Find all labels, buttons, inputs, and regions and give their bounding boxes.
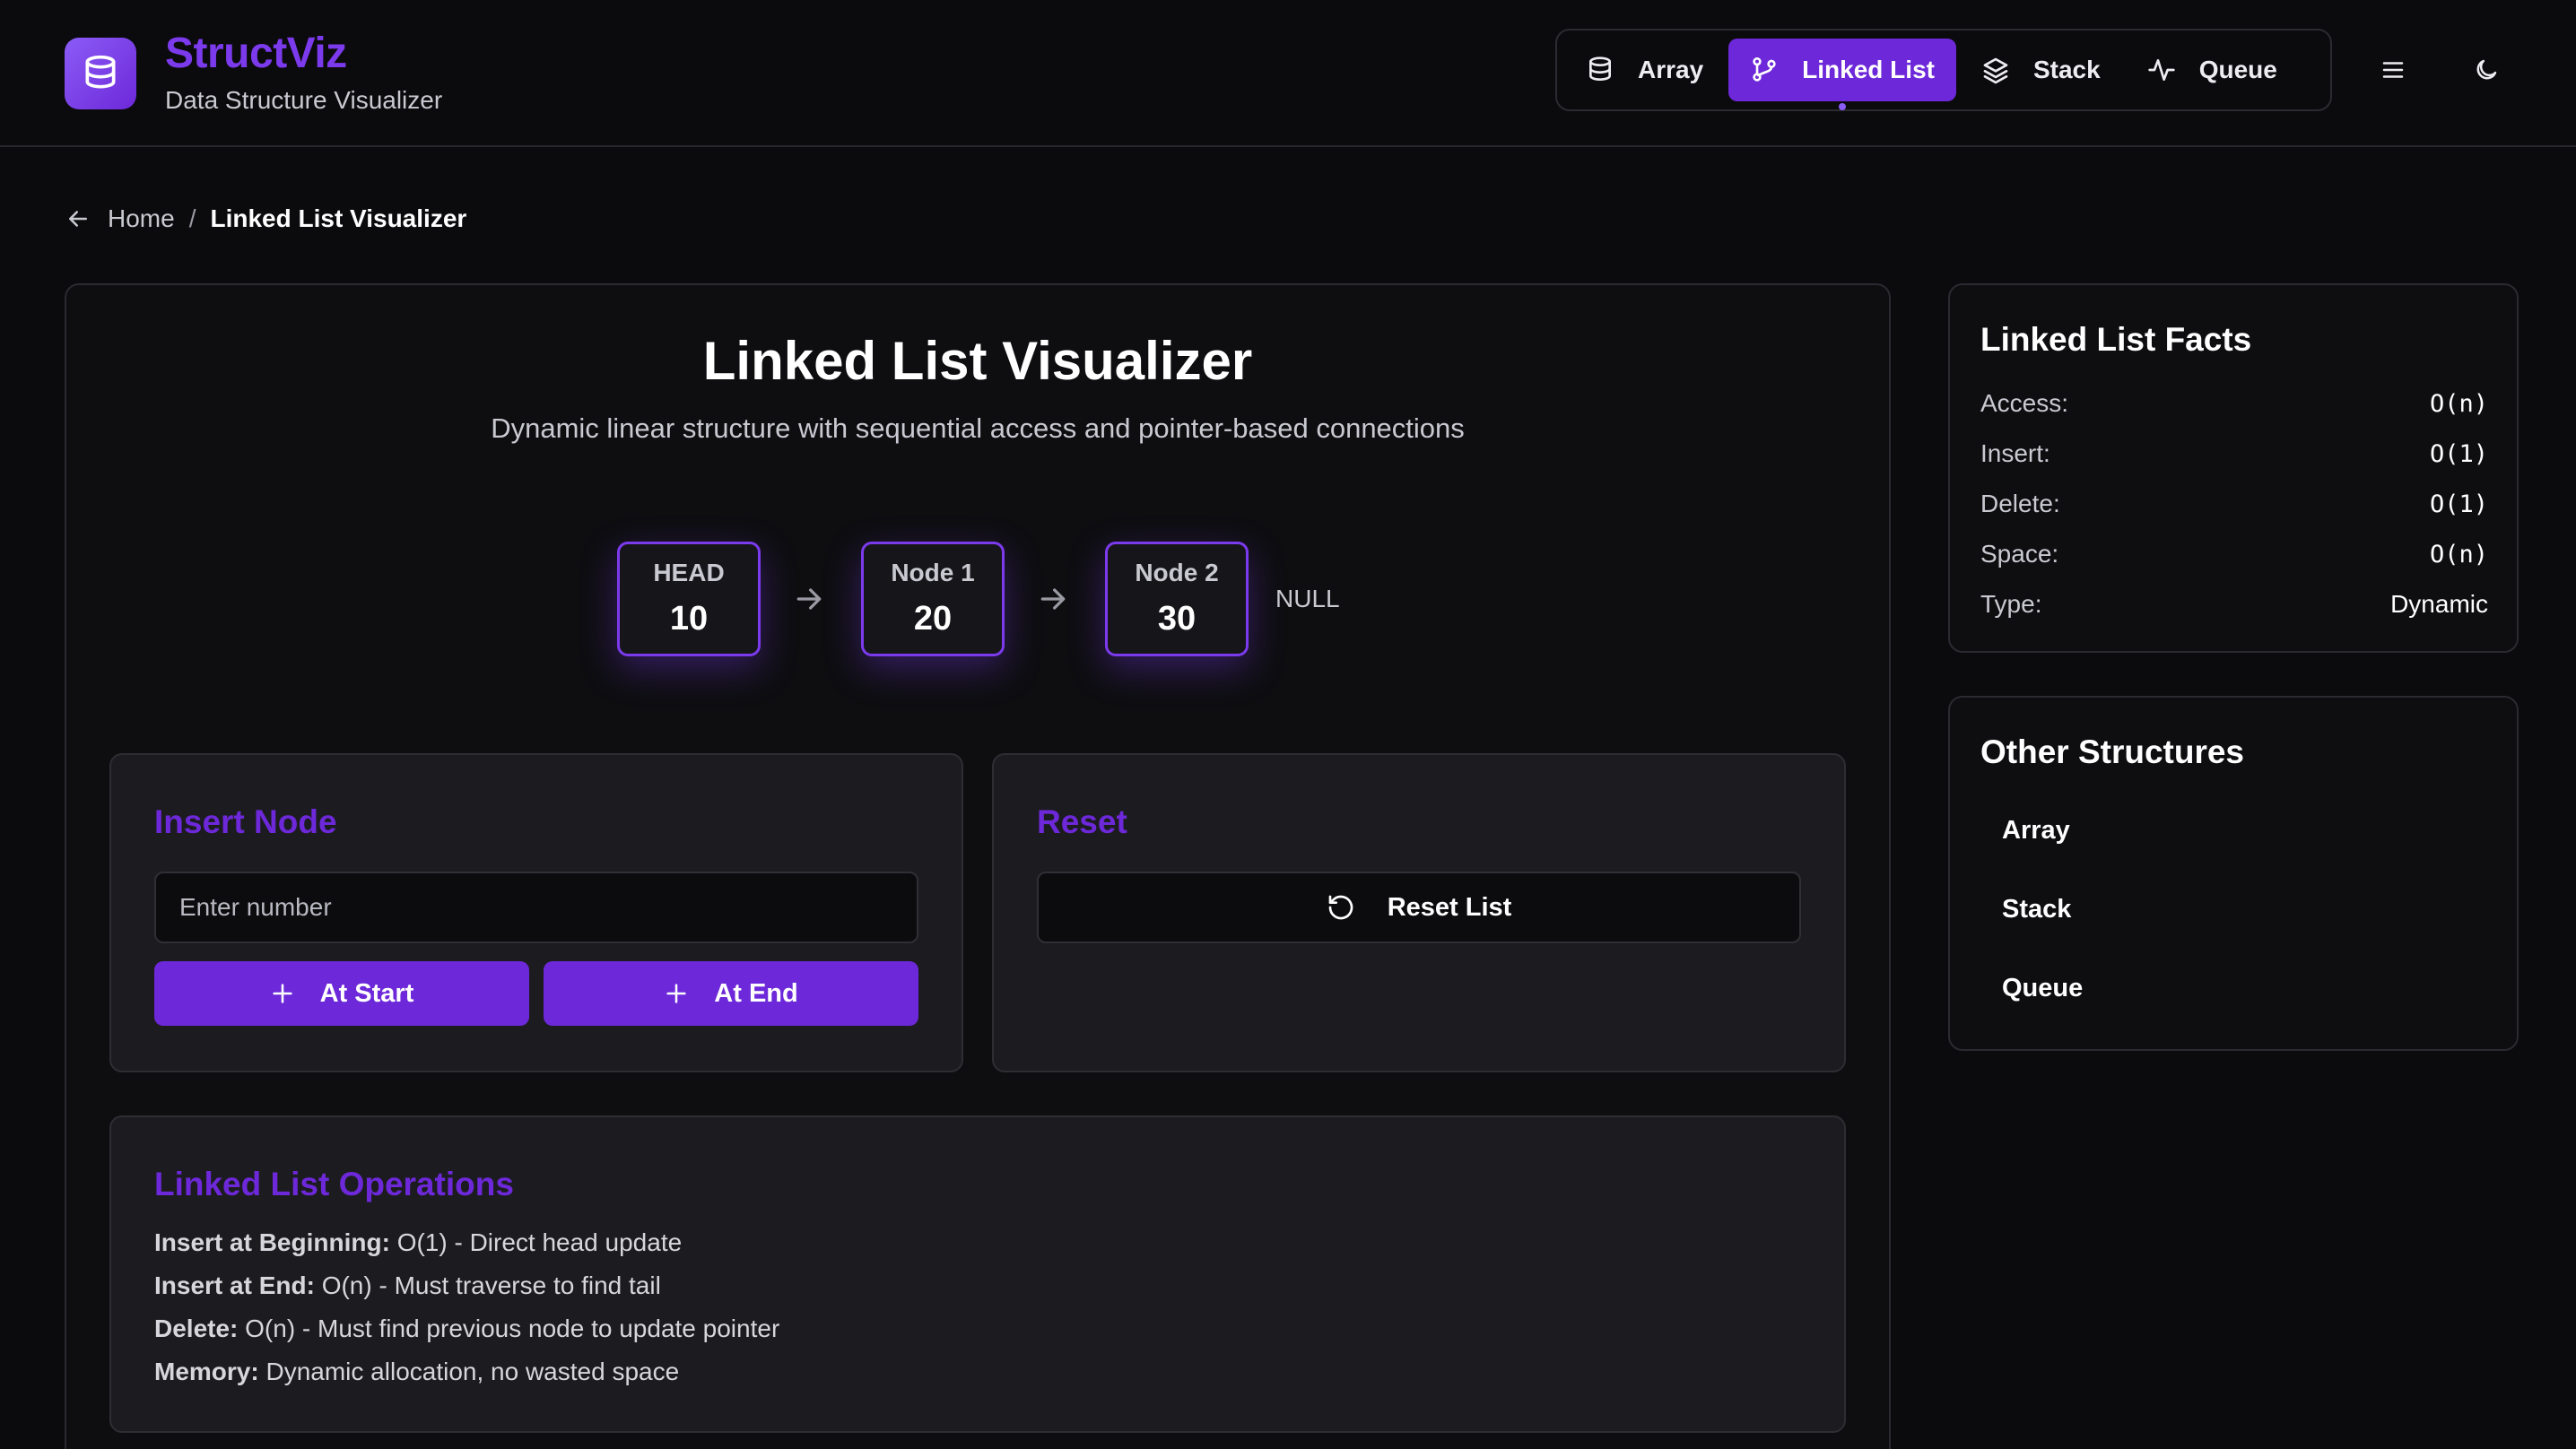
list-item: Insert at End: O(n) - Must traverse to f… [154, 1264, 779, 1307]
breadcrumb-current: Linked List Visualizer [210, 204, 467, 232]
panel-title: Linked List Operations [154, 1166, 514, 1202]
menu-button[interactable] [2368, 45, 2418, 95]
page-title: Linked List Visualizer [702, 331, 1253, 391]
operations-list: Insert at Beginning: O(1) - Direct head … [154, 1221, 779, 1393]
plus-icon [666, 984, 686, 1003]
plus-icon [273, 984, 292, 1003]
arrow-right-icon [1040, 588, 1066, 610]
node-value: 20 [913, 600, 953, 638]
moon-icon [2476, 59, 2497, 80]
layers-icon [1983, 57, 2008, 84]
reset-list-button[interactable]: Reset List [1037, 872, 1801, 943]
breadcrumb-separator: / [188, 204, 196, 232]
activity-icon [2148, 59, 2175, 81]
insert-node-panel: Insert Node At Start At End [109, 753, 963, 1072]
operation-term: Insert at Beginning: [154, 1228, 390, 1256]
reset-panel: Reset Reset List [992, 753, 1846, 1072]
button-label: Reset List [1387, 892, 1512, 922]
fact-value: O(1) [2429, 439, 2488, 468]
app-subtitle: Data Structure Visualizer [165, 86, 443, 114]
fact-value: O(n) [2429, 389, 2488, 418]
git-branch-icon [1753, 57, 1776, 82]
fact-row: Type: Dynamic [1980, 586, 2488, 622]
card-title: Linked List Facts [1980, 321, 2252, 358]
fact-row: Space: O(n) [1980, 536, 2488, 572]
list-item: Insert at Beginning: O(1) - Direct head … [154, 1221, 779, 1264]
list-node-2[interactable]: Node 2 30 [1105, 542, 1249, 656]
fact-row: Insert: O(1) [1980, 436, 2488, 472]
visualizer-card: Linked List Visualizer Dynamic linear st… [65, 283, 1891, 1449]
fact-key: Delete: [1980, 490, 2060, 517]
node-label: Node 1 [891, 559, 975, 586]
fact-value: Dynamic [2390, 590, 2488, 618]
button-label: At Start [319, 978, 414, 1008]
nav-item-label: Queue [2198, 56, 2277, 83]
linked-list-diagram: HEAD 10 Node 1 20 Node 2 30 NULL [66, 542, 1889, 658]
fact-key: Access: [1980, 389, 2069, 417]
operation-term: Insert at End: [154, 1271, 315, 1299]
menu-icon [2382, 62, 2404, 78]
list-item: Memory: Dynamic allocation, no wasted sp… [154, 1350, 779, 1393]
node-label: HEAD [653, 559, 725, 586]
structure-link-array[interactable]: Array [1980, 798, 2488, 863]
fact-key: Type: [1980, 590, 2042, 618]
fact-row: Delete: O(1) [1980, 486, 2488, 522]
node-value: 30 [1157, 600, 1197, 638]
operation-term: Delete: [154, 1315, 239, 1342]
nav-item-queue[interactable]: Queue [2126, 39, 2299, 101]
brand[interactable]: StructViz Data Structure Visualizer [65, 32, 442, 115]
fact-value: O(1) [2429, 490, 2488, 518]
database-icon [1589, 56, 1611, 81]
rotate-ccw-icon [1328, 895, 1353, 920]
fact-key: Insert: [1980, 439, 2050, 467]
operations-panel: Linked List Operations Insert at Beginni… [109, 1115, 1846, 1433]
top-header: StructViz Data Structure Visualizer Arra… [0, 0, 2576, 147]
list-node-head[interactable]: HEAD 10 [617, 542, 761, 656]
operation-desc: Dynamic allocation, no wasted space [265, 1358, 680, 1385]
panel-title: Insert Node [154, 803, 337, 840]
breadcrumb-home-link[interactable]: Home [108, 204, 175, 233]
insert-at-end-button[interactable]: At End [544, 961, 918, 1026]
facts-card: Linked List Facts Access: O(n) Insert: O… [1948, 283, 2519, 653]
operation-term: Memory: [154, 1358, 259, 1385]
fact-key: Space: [1980, 540, 2059, 568]
null-terminator: NULL [1275, 585, 1340, 612]
list-item: Delete: O(n) - Must find previous node t… [154, 1307, 779, 1350]
nav-item-stack[interactable]: Stack [1960, 39, 2122, 101]
app-title: StructViz [165, 30, 347, 77]
fact-row: Access: O(n) [1980, 386, 2488, 421]
other-structures-card: Other Structures Array Stack Queue [1948, 696, 2519, 1051]
structure-nav: Array Linked List Stack Queue [1555, 29, 2332, 111]
breadcrumb: Home / Linked List Visualizer [65, 204, 466, 233]
operation-desc: O(n) - Must traverse to find tail [321, 1271, 661, 1299]
nav-item-label: Array [1638, 56, 1704, 83]
list-node-1[interactable]: Node 1 20 [861, 542, 1005, 656]
theme-toggle-button[interactable] [2461, 45, 2511, 95]
nav-item-linked-list[interactable]: Linked List [1728, 39, 1956, 110]
insert-at-start-button[interactable]: At Start [154, 961, 529, 1026]
panel-title: Reset [1037, 803, 1127, 840]
nav-item-label: Stack [2032, 56, 2101, 83]
node-value: 10 [669, 600, 709, 638]
card-title: Other Structures [1980, 733, 2245, 770]
button-label: At End [714, 978, 798, 1008]
nav-item-label: Linked List [1802, 56, 1935, 83]
arrow-right-icon [796, 588, 822, 610]
structure-link-queue[interactable]: Queue [1980, 956, 2488, 1020]
page-subtitle: Dynamic linear structure with sequential… [491, 412, 1465, 444]
fact-value: O(n) [2429, 540, 2488, 568]
operation-desc: O(n) - Must find previous node to update… [245, 1315, 780, 1342]
structure-link-stack[interactable]: Stack [1980, 877, 2488, 941]
operation-desc: O(1) - Direct head update [396, 1228, 683, 1256]
node-label: Node 2 [1135, 559, 1219, 586]
node-value-input[interactable] [154, 872, 918, 943]
nav-item-array[interactable]: Array [1564, 39, 1725, 101]
database-icon [65, 38, 136, 109]
arrow-left-icon[interactable] [65, 205, 91, 232]
